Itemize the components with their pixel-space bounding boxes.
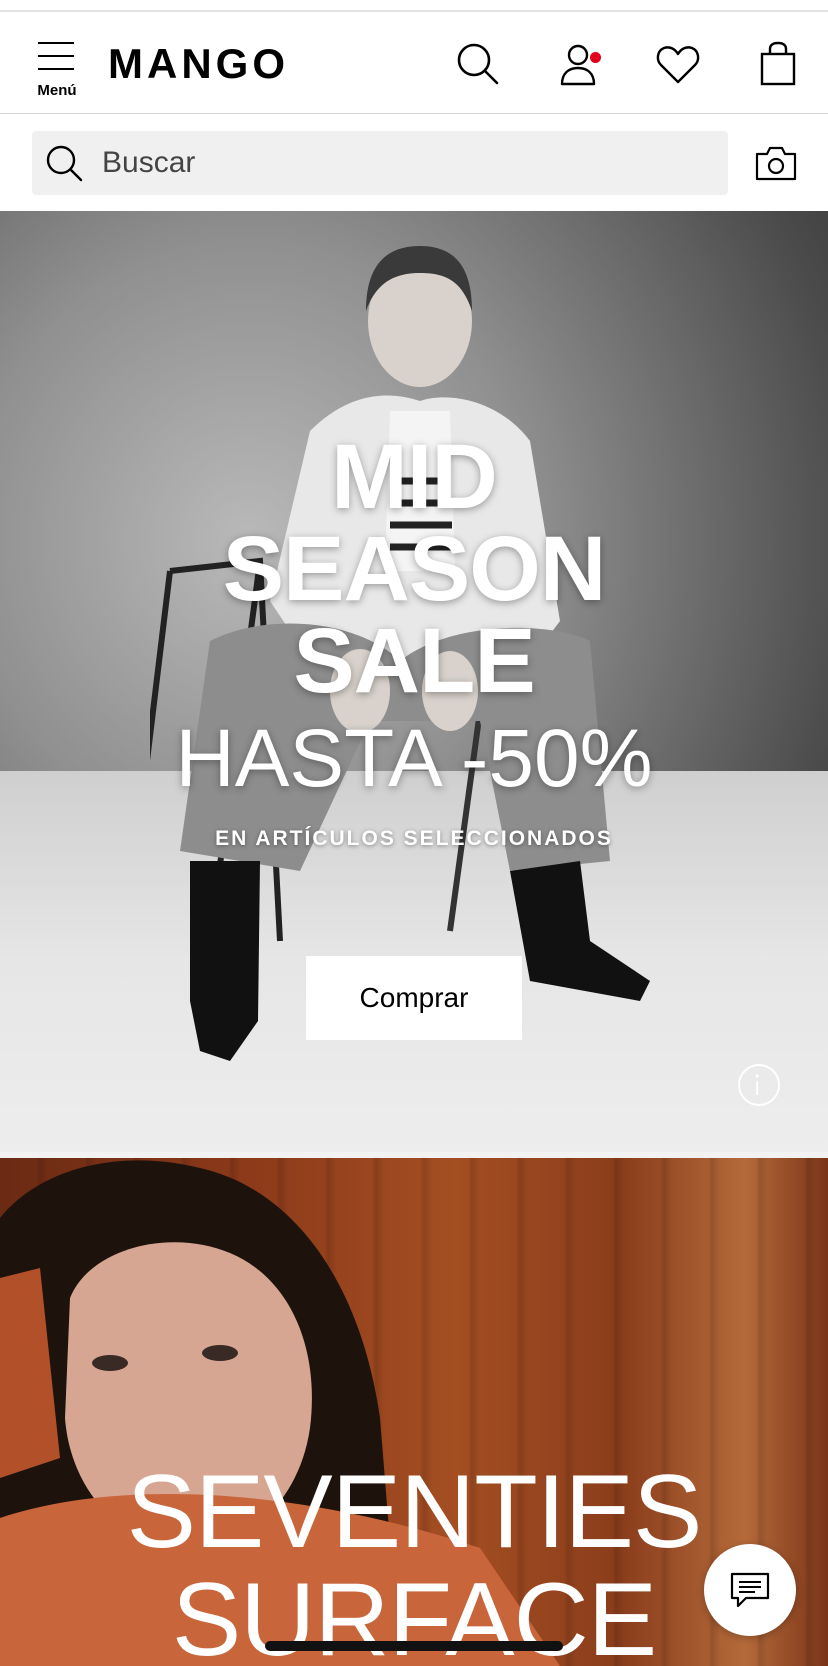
search-icon (46, 145, 83, 182)
sale-text-block: MID SEASON SALE HASTA -50% EN ARTÍCULOS … (0, 431, 828, 851)
search-bar (32, 131, 728, 195)
user-icon[interactable] (554, 40, 602, 88)
search-row (0, 115, 828, 211)
search-icon[interactable] (454, 40, 502, 88)
collection-title: SEVENTIES SURFACE (0, 1458, 828, 1666)
sale-title-line-3: SALE (293, 610, 535, 712)
menu-label: Menú (37, 82, 77, 99)
sale-title-line-1: MID (331, 426, 498, 528)
hero-sale-banner[interactable]: MID SEASON SALE HASTA -50% EN ARTÍCULOS … (0, 211, 828, 1152)
menu-button[interactable]: Menú (30, 42, 84, 104)
info-icon[interactable] (738, 1064, 780, 1106)
sale-discount: HASTA -50% (175, 713, 653, 804)
header: Menú MANGO (0, 12, 828, 114)
sale-title-line-2: SEASON (222, 518, 607, 620)
sale-subtitle: EN ARTÍCULOS SELECCIONADOS (215, 827, 613, 850)
comprar-button[interactable]: Comprar (306, 956, 522, 1040)
heart-icon[interactable] (654, 40, 702, 88)
shopping-bag-icon[interactable] (754, 40, 802, 88)
collection-title-line-1: SEVENTIES (126, 1454, 703, 1570)
chat-button[interactable] (704, 1544, 796, 1636)
status-bar-strip (0, 0, 828, 12)
hamburger-icon (38, 42, 74, 70)
home-indicator (265, 1641, 563, 1651)
chat-icon (730, 1572, 770, 1608)
mango-logo[interactable]: MANGO (108, 40, 289, 88)
notification-dot (590, 52, 601, 63)
camera-icon[interactable] (754, 143, 798, 183)
search-input[interactable] (102, 131, 702, 195)
